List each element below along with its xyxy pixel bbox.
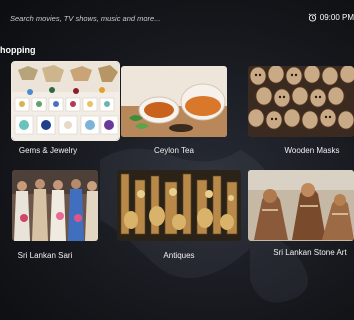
search-input[interactable]: Search movies, TV shows, music and more.… bbox=[10, 14, 160, 23]
card-label-sri-lankan-stone-art: Sri Lankan Stone Art bbox=[273, 248, 347, 257]
clock-time: 09:00 PM bbox=[319, 13, 354, 22]
sri-lankan-sari-image bbox=[12, 170, 98, 241]
card-label-antiques: Antiques bbox=[163, 251, 195, 260]
clock: 09:00 PM bbox=[308, 13, 354, 22]
card-antiques[interactable] bbox=[117, 170, 241, 241]
card-label-sri-lankan-sari: Sri Lankan Sari bbox=[17, 251, 73, 260]
wooden-masks-image bbox=[248, 66, 354, 137]
search-placeholder: Search movies, TV shows, music and more.… bbox=[10, 14, 161, 23]
section-title: Shopping bbox=[0, 45, 36, 55]
gems-jewelry-image bbox=[12, 62, 119, 140]
alarm-clock-icon bbox=[308, 13, 317, 22]
card-sri-lankan-stone-art[interactable] bbox=[248, 170, 354, 241]
card-label-ceylon-tea: Ceylon Tea bbox=[154, 146, 194, 155]
sri-lankan-stone-art-image bbox=[248, 170, 354, 241]
card-gems-jewelry[interactable] bbox=[11, 61, 120, 141]
card-label-wooden-masks: Wooden Masks bbox=[284, 146, 340, 155]
card-wooden-masks[interactable] bbox=[248, 66, 354, 137]
antiques-image bbox=[117, 170, 241, 241]
top-bar: Search movies, TV shows, music and more.… bbox=[0, 0, 354, 42]
ceylon-tea-image bbox=[121, 66, 227, 137]
card-label-gems-jewelry: Gems & Jewelry bbox=[18, 146, 78, 155]
card-sri-lankan-sari[interactable] bbox=[12, 170, 98, 241]
card-ceylon-tea[interactable] bbox=[121, 66, 227, 137]
